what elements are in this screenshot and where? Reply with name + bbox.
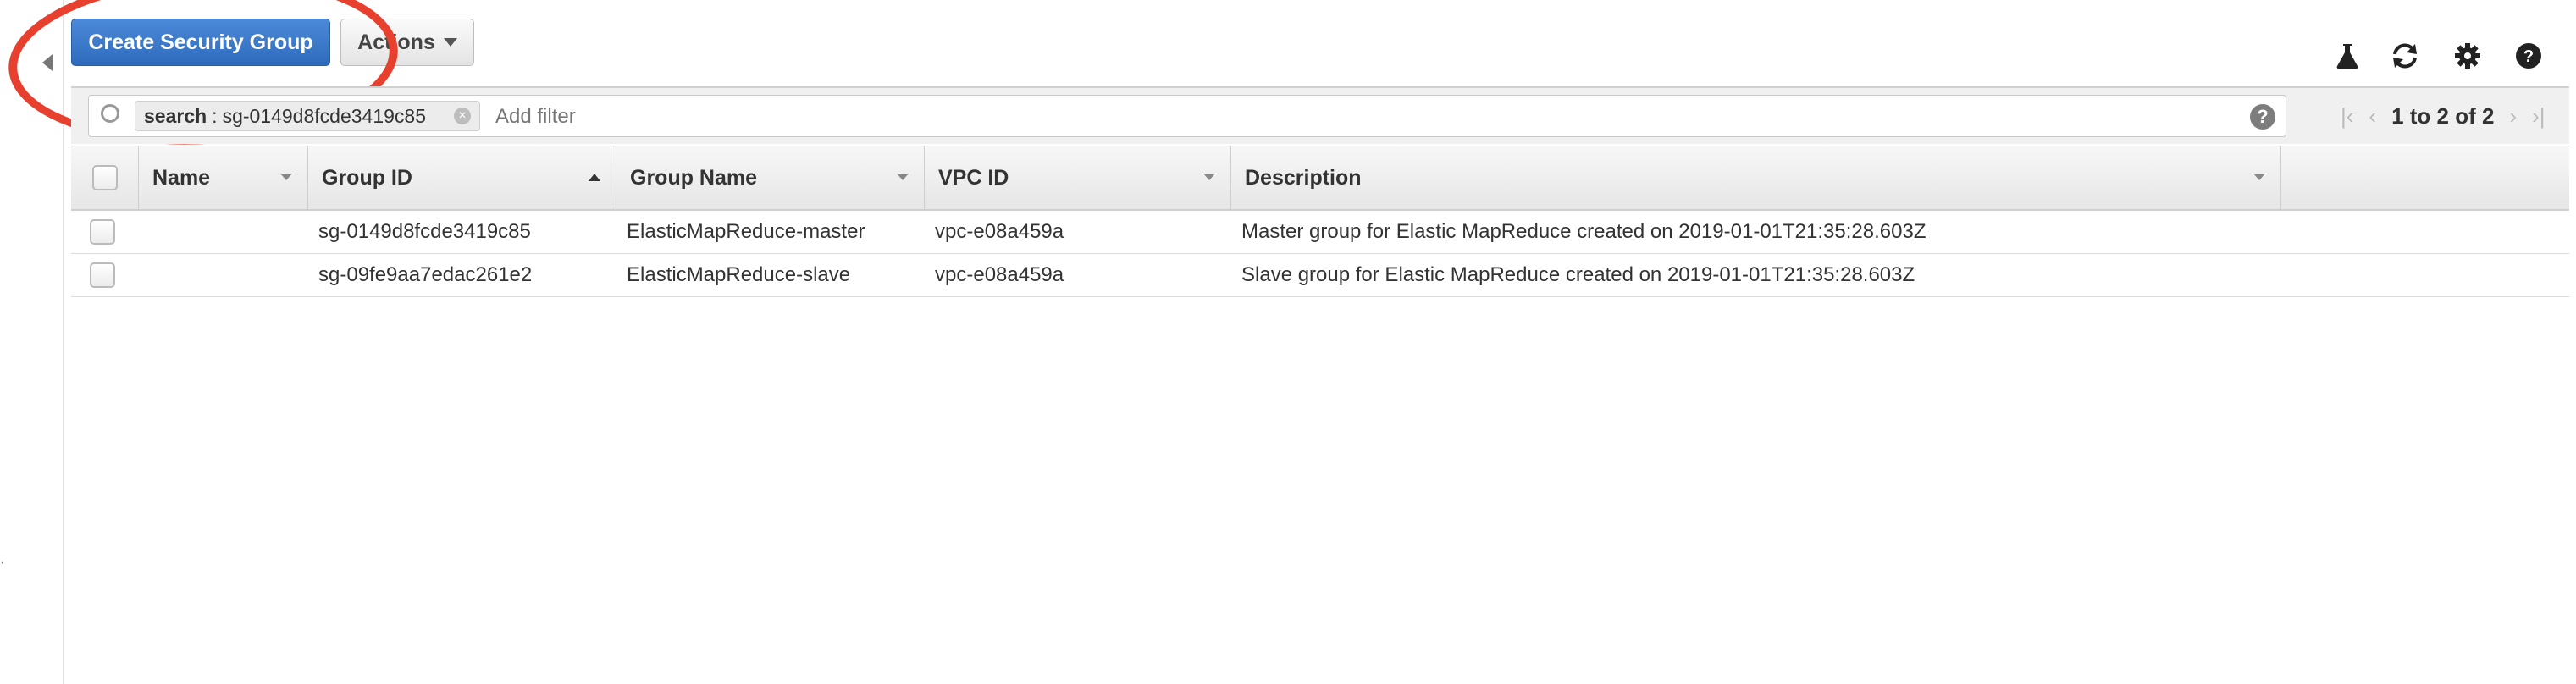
actions-button[interactable]: Actions <box>340 19 474 66</box>
help-icon[interactable]: ? <box>2512 39 2546 73</box>
remove-filter-icon[interactable]: × <box>454 108 471 124</box>
column-header-name[interactable]: Name <box>139 146 308 209</box>
column-label: Description <box>1245 165 1362 190</box>
filter-token-key: search <box>144 104 207 127</box>
filter-bar: search : sg-0149d8fcde3419c85 × ? |‹ ‹ 1… <box>71 86 2569 144</box>
collapse-sidebar-icon[interactable] <box>42 54 53 71</box>
refresh-icon[interactable] <box>2388 39 2422 73</box>
page-count: 1 to 2 of 2 <box>2391 102 2495 129</box>
create-security-group-label: Create Security Group <box>88 30 313 54</box>
row-checkbox[interactable] <box>90 262 115 288</box>
svg-text:?: ? <box>2523 47 2534 66</box>
select-all-column <box>71 146 139 209</box>
column-label: Group ID <box>322 165 412 190</box>
next-page-icon[interactable]: › <box>2509 103 2517 130</box>
search-icon <box>101 104 119 123</box>
cell-vpc-id: vpc-e08a459a <box>935 220 1064 243</box>
security-groups-table: Name Group ID Group Name VPC ID Descript… <box>71 146 2569 297</box>
previous-page-icon[interactable]: ‹ <box>2369 103 2376 130</box>
column-label: Name <box>152 165 211 190</box>
top-right-toolbar: ? <box>2330 39 2576 76</box>
chevron-down-icon <box>443 38 457 47</box>
sort-icon <box>897 174 909 180</box>
cell-description: Slave group for Elastic MapReduce create… <box>1241 263 1915 286</box>
filter-token-separator: : <box>212 104 218 127</box>
add-filter-input[interactable] <box>494 102 1852 131</box>
column-header-group-id[interactable]: Group ID <box>308 146 616 209</box>
rail-marker: · <box>0 555 5 570</box>
table-row[interactable]: sg-0149d8fcde3419c85 ElasticMapReduce-ma… <box>71 211 2569 254</box>
last-page-icon[interactable]: ›| <box>2532 103 2545 130</box>
sort-ascending-icon <box>589 174 600 181</box>
filter-token-value: sg-0149d8fcde3419c85 <box>222 104 426 127</box>
left-navigation-rail: · <box>0 0 64 684</box>
cell-vpc-id: vpc-e08a459a <box>935 263 1064 286</box>
create-security-group-button[interactable]: Create Security Group <box>71 19 330 66</box>
cell-group-id: sg-09fe9aa7edac261e2 <box>318 263 533 286</box>
row-checkbox-cell <box>90 211 115 253</box>
row-checkbox[interactable] <box>90 219 115 245</box>
sort-icon <box>280 174 292 180</box>
actions-label: Actions <box>357 30 435 54</box>
cell-description: Master group for Elastic MapReduce creat… <box>1241 220 1926 243</box>
column-label: Group Name <box>630 165 758 190</box>
table-row[interactable]: sg-09fe9aa7edac261e2 ElasticMapReduce-sl… <box>71 254 2569 297</box>
sort-icon <box>1203 174 1215 180</box>
column-header-group-name[interactable]: Group Name <box>616 146 925 209</box>
column-header-description[interactable]: Description <box>1231 146 2281 209</box>
pagination: |‹ ‹ 1 to 2 of 2 › ›| <box>2341 88 2546 144</box>
first-page-icon[interactable]: |‹ <box>2341 103 2353 130</box>
cell-group-name: ElasticMapReduce-master <box>627 220 865 243</box>
flask-icon[interactable] <box>2330 39 2364 73</box>
column-header-vpc-id[interactable]: VPC ID <box>925 146 1231 209</box>
select-all-checkbox[interactable] <box>91 165 118 190</box>
column-label: VPC ID <box>938 165 1009 190</box>
cell-group-id: sg-0149d8fcde3419c85 <box>318 220 531 243</box>
sort-icon <box>2253 174 2265 180</box>
filter-box[interactable]: search : sg-0149d8fcde3419c85 × ? <box>88 95 2286 137</box>
gear-icon[interactable] <box>2451 39 2485 73</box>
row-checkbox-cell <box>90 254 115 296</box>
filter-help-icon[interactable]: ? <box>2250 104 2275 130</box>
cell-group-name: ElasticMapReduce-slave <box>627 263 851 286</box>
table-header: Name Group ID Group Name VPC ID Descript… <box>71 146 2569 211</box>
filter-token[interactable]: search : sg-0149d8fcde3419c85 × <box>135 101 480 131</box>
